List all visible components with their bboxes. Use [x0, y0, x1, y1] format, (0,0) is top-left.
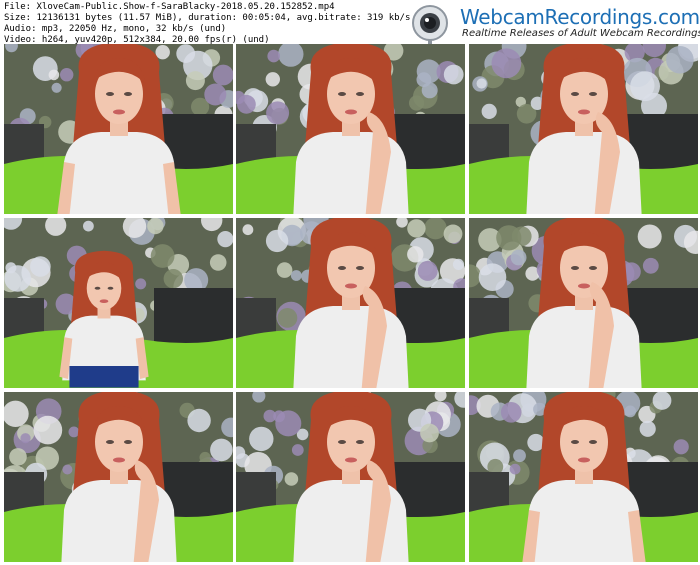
thumbnail-image: [469, 44, 698, 214]
video-thumbnail[interactable]: [236, 218, 465, 388]
video-thumbnail[interactable]: [469, 392, 698, 562]
thumbnail-image: [4, 44, 233, 214]
thumbnail-image: [469, 218, 698, 388]
site-logo[interactable]: WebcamRecordings.com Realtime Releases o…: [402, 1, 700, 59]
thumbnail-image: [236, 44, 465, 214]
thumbnail-image: [4, 392, 233, 562]
thumbnail-image: [469, 392, 698, 562]
thumbnail-grid: [4, 44, 698, 564]
video-thumbnail[interactable]: [469, 44, 698, 214]
audio-info-line: Audio: mp3, 22050 Hz, mono, 32 kb/s (und…: [4, 24, 227, 34]
file-size-line: Size: 12136131 bytes (11.57 MiB), durati…: [4, 13, 411, 23]
video-thumbnail[interactable]: [4, 392, 233, 562]
video-thumbnail[interactable]: [4, 44, 233, 214]
file-info: File: XloveCam-Public.Show-f-SaraBlacky-…: [4, 2, 410, 46]
video-thumbnail[interactable]: [4, 218, 233, 388]
thumbnail-image: [236, 392, 465, 562]
site-tagline: Realtime Releases of Adult Webcam Record…: [462, 28, 700, 39]
video-thumbnail[interactable]: [236, 392, 465, 562]
file-name-line: File: XloveCam-Public.Show-f-SaraBlacky-…: [4, 2, 335, 12]
thumbnail-image: [236, 218, 465, 388]
jeans: [69, 366, 139, 388]
site-brand-name: WebcamRecordings.com: [460, 5, 700, 29]
video-thumbnail[interactable]: [236, 44, 465, 214]
thumbnail-image: [4, 218, 233, 388]
video-thumbnail[interactable]: [469, 218, 698, 388]
